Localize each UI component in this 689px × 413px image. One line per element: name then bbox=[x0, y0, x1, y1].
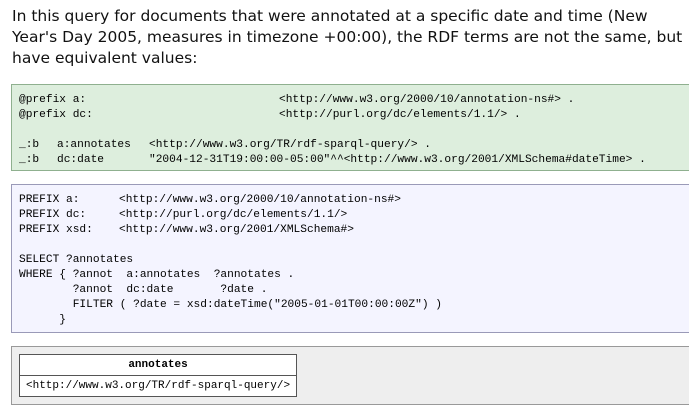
data-predicate: a:annotates bbox=[57, 139, 131, 151]
data-line: _:b a:annotates <http://www.w3.org/TR/rdf-… bbox=[19, 138, 683, 153]
result-cell: <http://www.w3.org/TR/rdf-sparql-query/> bbox=[18, 375, 298, 397]
result-block: annotates <http://www.w3.org/TR/rdf-spar… bbox=[11, 346, 689, 405]
prefix-keyword: PREFIX dc: bbox=[19, 209, 87, 221]
rdf-data-block: @prefix a: <http://www.w3.org/2000/10/ann… bbox=[11, 84, 689, 171]
prefix-keyword: PREFIX a: bbox=[19, 194, 80, 206]
data-object: <http://purl.org/dc/elements/1.1/> . bbox=[279, 109, 521, 121]
data-line: _:b dc:date "2004-12-31T19:00:00-05:00"^^<… bbox=[19, 153, 683, 168]
data-subject: @prefix a: bbox=[19, 94, 87, 106]
data-line: @prefix dc: <http://purl.org/dc/elements/… bbox=[19, 108, 683, 123]
prefix-iri: <http://www.w3.org/2001/XMLSchema#> bbox=[119, 224, 354, 236]
data-subject: _:b bbox=[19, 139, 40, 151]
prefix-iri: <http://www.w3.org/2000/10/annotation-ns… bbox=[119, 194, 401, 206]
query-line: SELECT ?annotates bbox=[19, 254, 134, 266]
data-line: @prefix a: <http://www.w3.org/2000/10/ann… bbox=[19, 93, 683, 108]
prefix-iri: <http://purl.org/dc/elements/1.1/> bbox=[119, 209, 348, 221]
query-line: ?annot dc:date ?date . bbox=[19, 284, 268, 296]
query-line: FILTER ( ?date = xsd:dateTime("2005-01-0… bbox=[19, 299, 442, 311]
sparql-query-block: PREFIX a: <http://www.w3.org/2000/10/anno… bbox=[11, 184, 689, 333]
data-object: <http://www.w3.org/TR/rdf-sparql-query/>… bbox=[149, 139, 431, 151]
prefix-keyword: PREFIX xsd: bbox=[19, 224, 93, 236]
data-object: <http://www.w3.org/2000/10/annotation-ns… bbox=[279, 94, 575, 106]
intro-paragraph: In this query for documents that were an… bbox=[12, 7, 683, 67]
data-subject: @prefix dc: bbox=[19, 109, 93, 121]
query-prefix: PREFIX dc: <http://purl.org/dc/elements/1… bbox=[19, 208, 683, 223]
result-header: annotates bbox=[18, 354, 298, 376]
query-line: WHERE { ?annot a:annotates ?annotates . bbox=[19, 269, 295, 281]
result-table: annotates <http://www.w3.org/TR/rdf-spar… bbox=[18, 354, 298, 397]
data-object: "2004-12-31T19:00:00-05:00"^^<http://www… bbox=[149, 154, 646, 166]
query-line: } bbox=[19, 314, 66, 326]
data-predicate: dc:date bbox=[57, 154, 104, 166]
query-prefix: PREFIX a: <http://www.w3.org/2000/10/anno… bbox=[19, 193, 683, 208]
query-prefix: PREFIX xsd: <http://www.w3.org/2001/XMLSc… bbox=[19, 223, 683, 238]
data-subject: _:b bbox=[19, 154, 40, 166]
